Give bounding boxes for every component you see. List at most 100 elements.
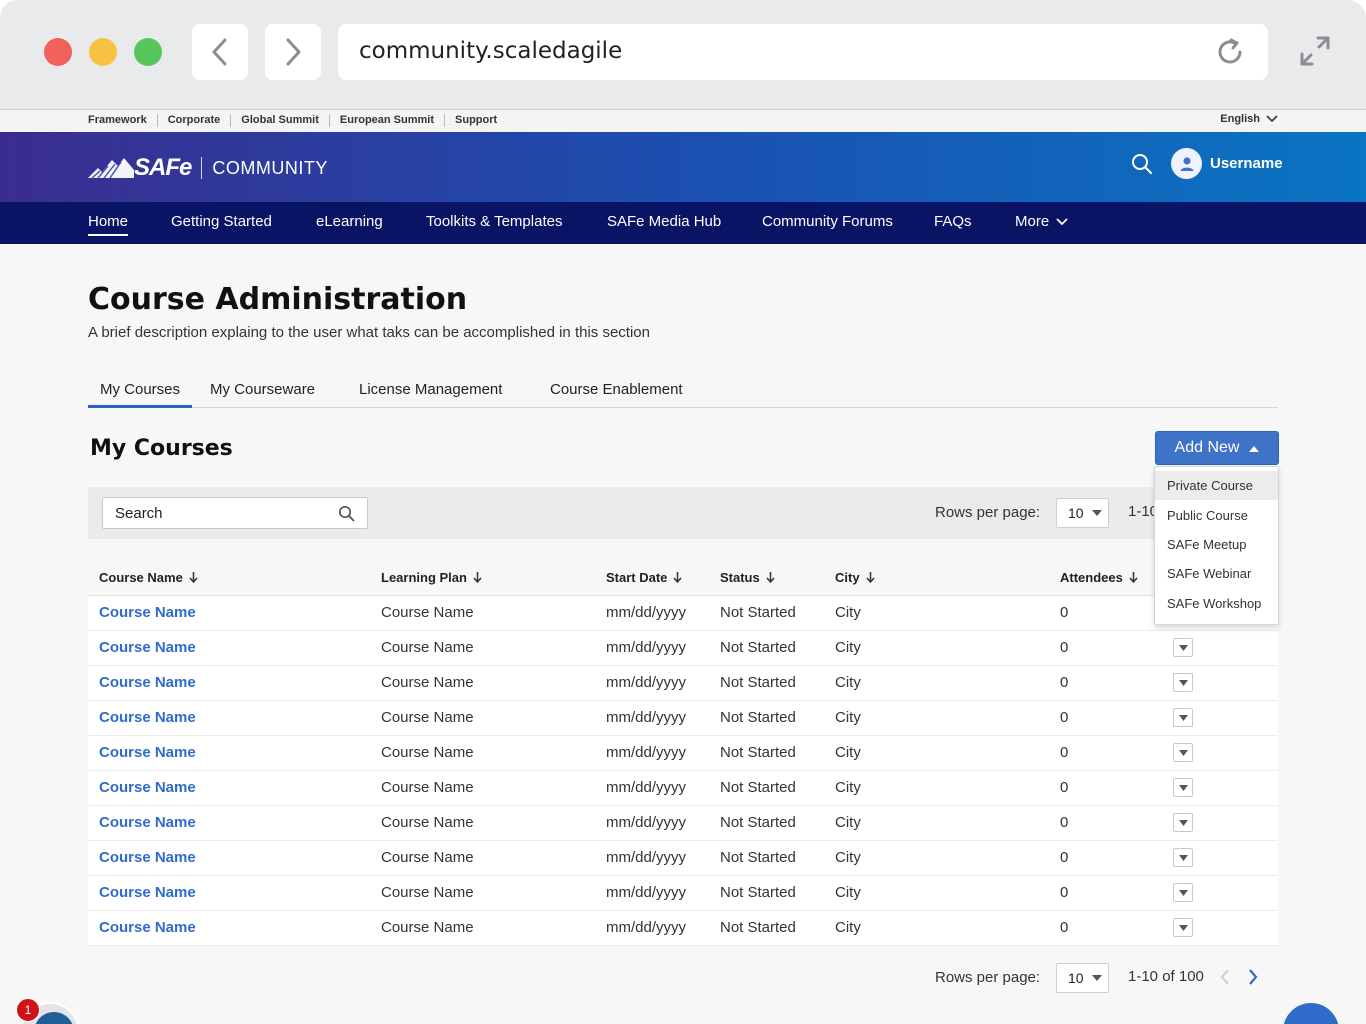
tab-course-enablement[interactable]: Course Enablement: [550, 381, 683, 398]
logo-divider: [201, 157, 203, 179]
menu-item-public-course[interactable]: Public Course: [1155, 500, 1278, 529]
row-actions-button[interactable]: [1173, 813, 1193, 832]
table-body: Course Name Course Name mm/dd/yyyy Not Star…: [88, 596, 1278, 946]
course-name-link[interactable]: Course Name: [99, 919, 196, 936]
row-actions-button[interactable]: [1173, 638, 1193, 657]
forward-button[interactable]: [265, 24, 321, 80]
course-name-link[interactable]: Course Name: [99, 709, 196, 726]
menu-item-safe-workshop[interactable]: SAFe Workshop: [1155, 589, 1278, 618]
nav-item-getting-started[interactable]: Getting Started: [171, 213, 272, 230]
col-header-city[interactable]: City: [835, 570, 875, 585]
add-new-button[interactable]: Add New: [1155, 431, 1279, 465]
cell-attendees: 0: [1060, 884, 1069, 901]
safe-logo[interactable]: SAFe COMMUNITY: [88, 154, 328, 182]
search-field[interactable]: [102, 497, 368, 529]
row-actions-button[interactable]: [1173, 883, 1193, 902]
course-name-link[interactable]: Course Name: [99, 604, 196, 621]
reload-icon[interactable]: [1214, 36, 1246, 68]
util-link-european-summit[interactable]: European Summit: [328, 114, 444, 127]
rows-per-page-value: 10: [1068, 505, 1084, 521]
col-header-attendees[interactable]: Attendees: [1060, 570, 1138, 585]
expand-icon[interactable]: [1298, 34, 1332, 68]
cell-attendees: 0: [1060, 639, 1069, 656]
course-name-link[interactable]: Course Name: [99, 849, 196, 866]
tab-license-management[interactable]: License Management: [359, 381, 502, 398]
row-actions-button[interactable]: [1173, 848, 1193, 867]
search-input[interactable]: [103, 498, 323, 528]
course-name-link[interactable]: Course Name: [99, 884, 196, 901]
course-name-link[interactable]: Course Name: [99, 639, 196, 656]
course-name-link[interactable]: Course Name: [99, 674, 196, 691]
col-header-label: City: [835, 570, 860, 585]
nav-item-faqs[interactable]: FAQs: [934, 213, 972, 230]
menu-item-safe-webinar[interactable]: SAFe Webinar: [1155, 559, 1278, 588]
back-button[interactable]: [192, 24, 248, 80]
browser-chrome: community.scaledagile: [0, 0, 1366, 110]
address-bar[interactable]: community.scaledagile: [338, 24, 1268, 80]
row-actions-button[interactable]: [1173, 918, 1193, 937]
cell-start-date: mm/dd/yyyy: [606, 604, 687, 621]
utility-links: Framework Corporate Global Summit Europe…: [88, 114, 507, 127]
cell-learning-plan: Course Name: [381, 849, 474, 866]
avatar[interactable]: [1171, 148, 1202, 179]
search-icon[interactable]: [338, 505, 355, 522]
tab-my-courseware[interactable]: My Courseware: [210, 381, 315, 398]
cell-learning-plan: Course Name: [381, 639, 474, 656]
cell-city: City: [835, 814, 861, 831]
util-link-support[interactable]: Support: [444, 114, 507, 127]
course-name-link[interactable]: Course Name: [99, 779, 196, 796]
cell-start-date: mm/dd/yyyy: [606, 639, 687, 656]
util-link-global-summit[interactable]: Global Summit: [230, 114, 329, 127]
close-window-button[interactable]: [44, 38, 72, 66]
page-description: A brief description explaing to the user…: [88, 324, 650, 341]
search-icon[interactable]: [1130, 152, 1154, 176]
table-toolbar: Rows per page: 10 1-10: [88, 487, 1278, 539]
notification-badge: 1: [16, 998, 40, 1022]
col-header-label: Course Name: [99, 570, 183, 585]
minimize-window-button[interactable]: [89, 38, 117, 66]
table-row: Course Name Course Name mm/dd/yyyy Not Star…: [88, 771, 1278, 806]
language-selector[interactable]: English: [1220, 113, 1278, 125]
nav-item-elearning[interactable]: eLearning: [316, 213, 383, 230]
next-page-button[interactable]: [1244, 967, 1262, 987]
previous-page-button[interactable]: [1216, 967, 1234, 987]
col-header-start-date[interactable]: Start Date: [606, 570, 682, 585]
footer-rows-per-page-value: 10: [1068, 970, 1084, 986]
col-header-course-name[interactable]: Course Name: [99, 570, 198, 585]
table-header: Course Name Learning Plan Start Date Sta…: [88, 560, 1278, 596]
caret-down-icon: [1178, 644, 1188, 651]
cell-start-date: mm/dd/yyyy: [606, 779, 687, 796]
row-actions-button[interactable]: [1173, 673, 1193, 692]
row-actions-button[interactable]: [1173, 778, 1193, 797]
nav-item-safe-media-hub[interactable]: SAFe Media Hub: [607, 213, 721, 230]
course-name-link[interactable]: Course Name: [99, 814, 196, 831]
nav-item-home[interactable]: Home: [88, 213, 129, 236]
util-link-framework[interactable]: Framework: [88, 114, 157, 127]
chevron-down-icon: [1266, 115, 1278, 123]
menu-item-safe-meetup[interactable]: SAFe Meetup: [1155, 530, 1278, 559]
col-header-status[interactable]: Status: [720, 570, 775, 585]
nav-item-toolkits-templates[interactable]: Toolkits & Templates: [426, 213, 562, 230]
util-link-corporate[interactable]: Corporate: [156, 114, 231, 127]
table-row: Course Name Course Name mm/dd/yyyy Not Star…: [88, 701, 1278, 736]
cell-city: City: [835, 884, 861, 901]
table-row: Course Name Course Name mm/dd/yyyy Not Star…: [88, 876, 1278, 911]
cell-start-date: mm/dd/yyyy: [606, 744, 687, 761]
tab-my-courses[interactable]: My Courses: [88, 381, 193, 408]
rows-per-page-select[interactable]: 10: [1056, 498, 1109, 528]
footer-rows-per-page-select[interactable]: 10: [1056, 963, 1109, 993]
col-header-label: Attendees: [1060, 570, 1123, 585]
menu-item-private-course[interactable]: Private Course: [1155, 471, 1278, 501]
col-header-learning-plan[interactable]: Learning Plan: [381, 570, 482, 585]
notification-widget[interactable]: 1: [14, 996, 80, 1024]
cell-learning-plan: Course Name: [381, 814, 474, 831]
nav-item-more[interactable]: More: [1015, 213, 1068, 230]
cell-status: Not Started: [720, 604, 796, 621]
row-actions-button[interactable]: [1173, 708, 1193, 727]
row-actions-button[interactable]: [1173, 743, 1193, 762]
logo-mark: SAFe: [134, 154, 192, 181]
nav-item-community-forums[interactable]: Community Forums: [762, 213, 893, 230]
username[interactable]: Username: [1210, 155, 1283, 172]
course-name-link[interactable]: Course Name: [99, 744, 196, 761]
maximize-window-button[interactable]: [134, 38, 162, 66]
